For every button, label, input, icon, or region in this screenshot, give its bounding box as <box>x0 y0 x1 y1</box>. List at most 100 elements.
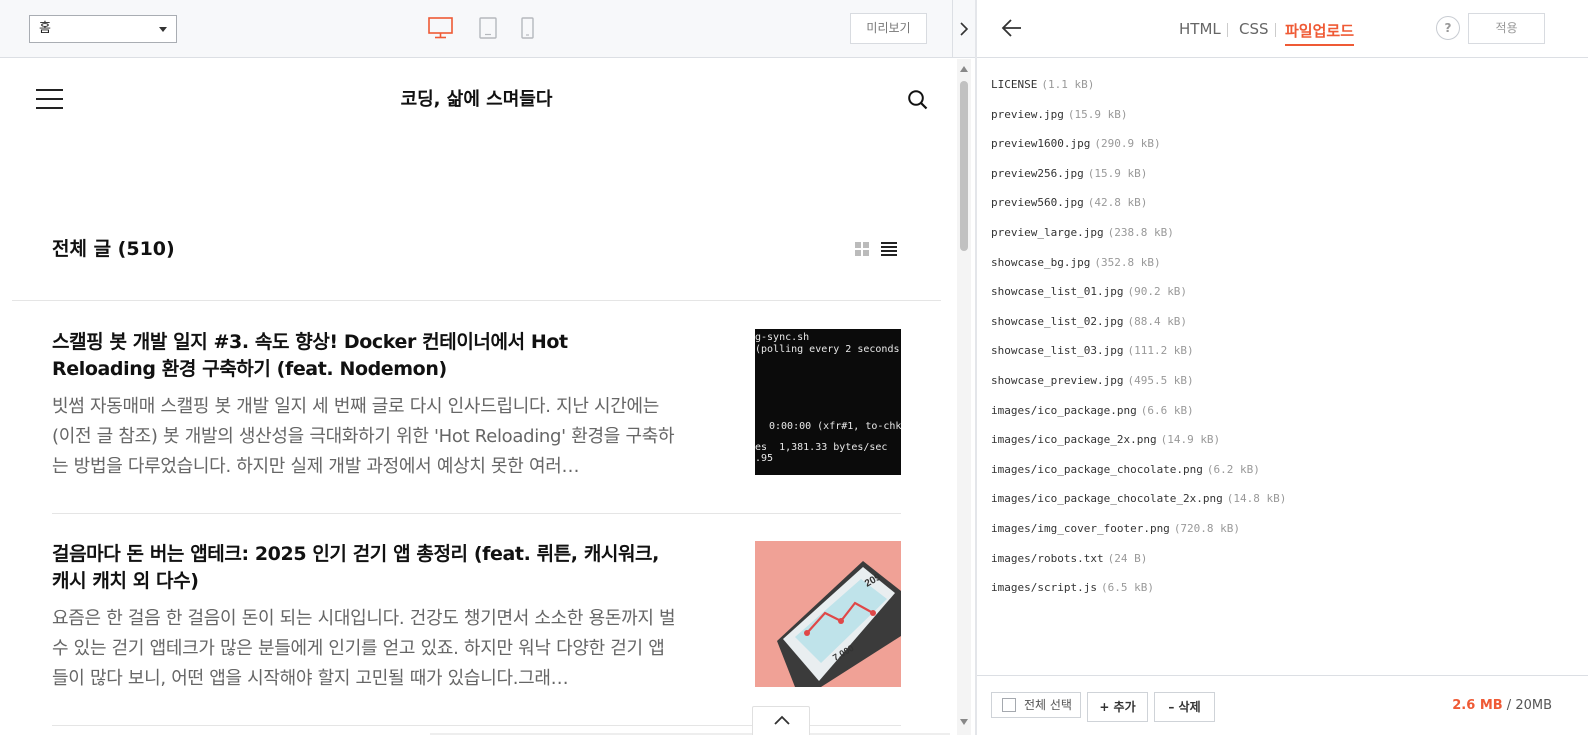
select-all-checkbox[interactable]: 전체 선택 <box>991 692 1081 718</box>
thumb-line: 0:00:00 (xfr#1, to-chk=0/ <box>769 421 901 432</box>
preview-pane: 홈 미리보기 코딩, 삶에 스며들다 전체 글 (510) 스캘핑 봇 개발 일… <box>0 0 975 735</box>
post-excerpt: 빗썸 자동매매 스캘핑 봇 개발 일지 세 번째 글로 다시 인사드립니다. 지… <box>52 396 675 477</box>
file-list-item[interactable]: images/robots.txt (24 B) <box>991 550 1571 580</box>
file-name[interactable]: images/ico_package_chocolate_2x.png <box>991 492 1223 505</box>
checkbox-icon[interactable] <box>1002 698 1016 712</box>
file-list-item[interactable]: preview560.jpg (42.8 kB) <box>991 194 1571 224</box>
thumb-line: g-sync.sh <box>755 332 810 343</box>
file-name[interactable]: showcase_bg.jpg <box>991 256 1090 269</box>
file-name[interactable]: showcase_list_01.jpg <box>991 285 1123 298</box>
list-view-icon[interactable] <box>881 242 897 256</box>
file-list-item[interactable]: showcase_list_01.jpg (90.2 kB) <box>991 283 1571 313</box>
file-size: (42.8 kB) <box>1087 196 1148 210</box>
file-list-item[interactable]: images/script.js (6.5 kB) <box>991 579 1571 609</box>
panel-header: HTML CSS 파일업로드 ? 적용 <box>977 0 1588 58</box>
file-name[interactable]: showcase_list_02.jpg <box>991 315 1123 328</box>
file-list-item[interactable]: images/ico_package.png (6.6 kB) <box>991 402 1571 432</box>
file-list-item[interactable]: showcase_bg.jpg (352.8 kB) <box>991 254 1571 284</box>
storage-usage: 2.6 MB / 20MB <box>1452 698 1552 713</box>
panel-footer: 전체 선택 + 추가 – 삭제 2.6 MB / 20MB <box>977 675 1588 735</box>
file-name[interactable]: preview.jpg <box>991 108 1064 121</box>
file-list-item[interactable]: images/ico_package_chocolate.png (6.2 kB) <box>991 461 1571 491</box>
file-upload-panel: HTML CSS 파일업로드 ? 적용 LICENSE (1.1 kB) previ… <box>975 0 1588 735</box>
divider <box>52 513 901 514</box>
post-title[interactable]: 걸음마다 돈 버는 앱테크: 2025 인기 걷기 앱 총정리 (feat. 뤼… <box>52 541 677 595</box>
blog-title[interactable]: 코딩, 삶에 스며들다 <box>0 85 953 111</box>
file-size: (111.2 kB) <box>1127 344 1194 358</box>
file-name[interactable]: images/ico_package_2x.png <box>991 433 1157 446</box>
file-name[interactable]: images/robots.txt <box>991 552 1104 565</box>
file-name[interactable]: preview1600.jpg <box>991 137 1090 150</box>
file-list-item[interactable]: images/ico_package_2x.png (14.9 kB) <box>991 431 1571 461</box>
divider <box>12 300 941 301</box>
post-thumbnail[interactable]: g-sync.sh (polling every 2 seconds).. 0:… <box>755 329 901 475</box>
file-list-item[interactable]: LICENSE (1.1 kB) <box>991 76 1571 106</box>
search-icon[interactable] <box>907 89 929 115</box>
preview-button[interactable]: 미리보기 <box>850 13 927 44</box>
chevron-right-icon <box>960 22 969 36</box>
file-list-item[interactable]: preview1600.jpg (290.9 kB) <box>991 135 1571 165</box>
skin-editor: 홈 미리보기 코딩, 삶에 스며들다 전체 글 (510) 스캘핑 봇 개발 일… <box>0 0 1588 735</box>
file-list-item[interactable]: preview.jpg (15.9 kB) <box>991 106 1571 136</box>
tab-file-upload[interactable]: 파일업로드 <box>1285 20 1355 46</box>
scroll-to-top-button[interactable] <box>752 706 810 735</box>
file-name[interactable]: LICENSE <box>991 78 1037 91</box>
scroll-up-icon[interactable] <box>960 66 968 72</box>
add-file-button[interactable]: + 추가 <box>1087 692 1148 722</box>
collapse-panel-button[interactable] <box>952 0 975 58</box>
tab-css[interactable]: CSS <box>1239 20 1269 38</box>
file-list-item[interactable]: preview256.jpg (15.9 kB) <box>991 165 1571 195</box>
file-list-item[interactable]: images/img_cover_footer.png (720.8 kB) <box>991 520 1571 550</box>
file-name[interactable]: images/ico_package.png <box>991 404 1137 417</box>
file-name[interactable]: showcase_list_03.jpg <box>991 344 1123 357</box>
file-name[interactable]: images/script.js <box>991 581 1097 594</box>
tablet-icon[interactable] <box>479 17 497 43</box>
file-name[interactable]: preview_large.jpg <box>991 226 1104 239</box>
file-name[interactable]: showcase_preview.jpg <box>991 374 1123 387</box>
blog-preview: 코딩, 삶에 스며들다 전체 글 (510) 스캘핑 봇 개발 일지 #3. 속… <box>0 59 957 735</box>
file-size: (290.9 kB) <box>1094 137 1161 151</box>
post-item[interactable]: 스캘핑 봇 개발 일지 #3. 속도 향상! Docker 컨테이너에서 Hot… <box>52 329 901 489</box>
help-button[interactable]: ? <box>1436 16 1460 40</box>
file-size: (352.8 kB) <box>1094 255 1161 269</box>
page-select-value: 홈 <box>39 21 51 36</box>
file-name[interactable]: images/img_cover_footer.png <box>991 522 1170 535</box>
thumb-line: es 1,381.33 bytes/sec <box>755 442 888 453</box>
tab-separator <box>1227 23 1228 37</box>
file-size: (15.9 kB) <box>1087 166 1148 180</box>
chevron-down-icon <box>159 27 167 32</box>
delete-file-button[interactable]: – 삭제 <box>1154 692 1215 722</box>
scroll-down-icon[interactable] <box>960 719 968 725</box>
preview-toolbar: 홈 미리보기 <box>0 0 952 58</box>
file-size: (1.1 kB) <box>1041 78 1095 91</box>
chevron-up-icon <box>774 715 790 725</box>
file-list-item[interactable]: images/ico_package_chocolate_2x.png (14.8… <box>991 490 1571 520</box>
file-list-item[interactable]: showcase_list_02.jpg (88.4 kB) <box>991 313 1571 343</box>
file-size: (15.9 kB) <box>1067 107 1128 121</box>
file-list-item[interactable]: preview_large.jpg (238.8 kB) <box>991 224 1571 254</box>
select-all-label: 전체 선택 <box>1024 698 1072 712</box>
grid-view-icon[interactable] <box>855 242 869 256</box>
post-excerpt: 요즘은 한 걸음 한 걸음이 돈이 되는 시대입니다. 건강도 챙기면서 소소한… <box>52 608 676 689</box>
tab-html[interactable]: HTML <box>1179 20 1221 38</box>
file-list-item[interactable]: showcase_preview.jpg (495.5 kB) <box>991 372 1571 402</box>
thumb-line: .95 <box>755 453 774 464</box>
desktop-icon[interactable] <box>428 17 453 43</box>
file-name[interactable]: images/ico_package_chocolate.png <box>991 463 1203 476</box>
scrollbar-thumb[interactable] <box>960 81 968 251</box>
page-select[interactable]: 홈 <box>29 15 177 43</box>
file-name[interactable]: preview560.jpg <box>991 196 1084 209</box>
file-size: (90.2 kB) <box>1127 285 1188 299</box>
thumb-line: (polling every 2 seconds).. <box>755 344 901 355</box>
file-size: (238.8 kB) <box>1107 225 1174 239</box>
file-list-item[interactable]: showcase_list_03.jpg (111.2 kB) <box>991 342 1571 372</box>
post-thumbnail[interactable]: 209 7,000 <box>755 541 901 687</box>
post-item[interactable]: 걸음마다 돈 버는 앱테크: 2025 인기 걷기 앱 총정리 (feat. 뤼… <box>52 541 901 701</box>
file-name[interactable]: preview256.jpg <box>991 167 1084 180</box>
apply-button[interactable]: 적용 <box>1468 13 1545 44</box>
file-size: (6.5 kB) <box>1100 581 1154 595</box>
back-arrow-icon[interactable] <box>1001 18 1023 42</box>
post-title[interactable]: 스캘핑 봇 개발 일지 #3. 속도 향상! Docker 컨테이너에서 Hot… <box>52 329 677 383</box>
mobile-icon[interactable] <box>521 17 534 43</box>
scrollbar[interactable] <box>957 59 971 735</box>
